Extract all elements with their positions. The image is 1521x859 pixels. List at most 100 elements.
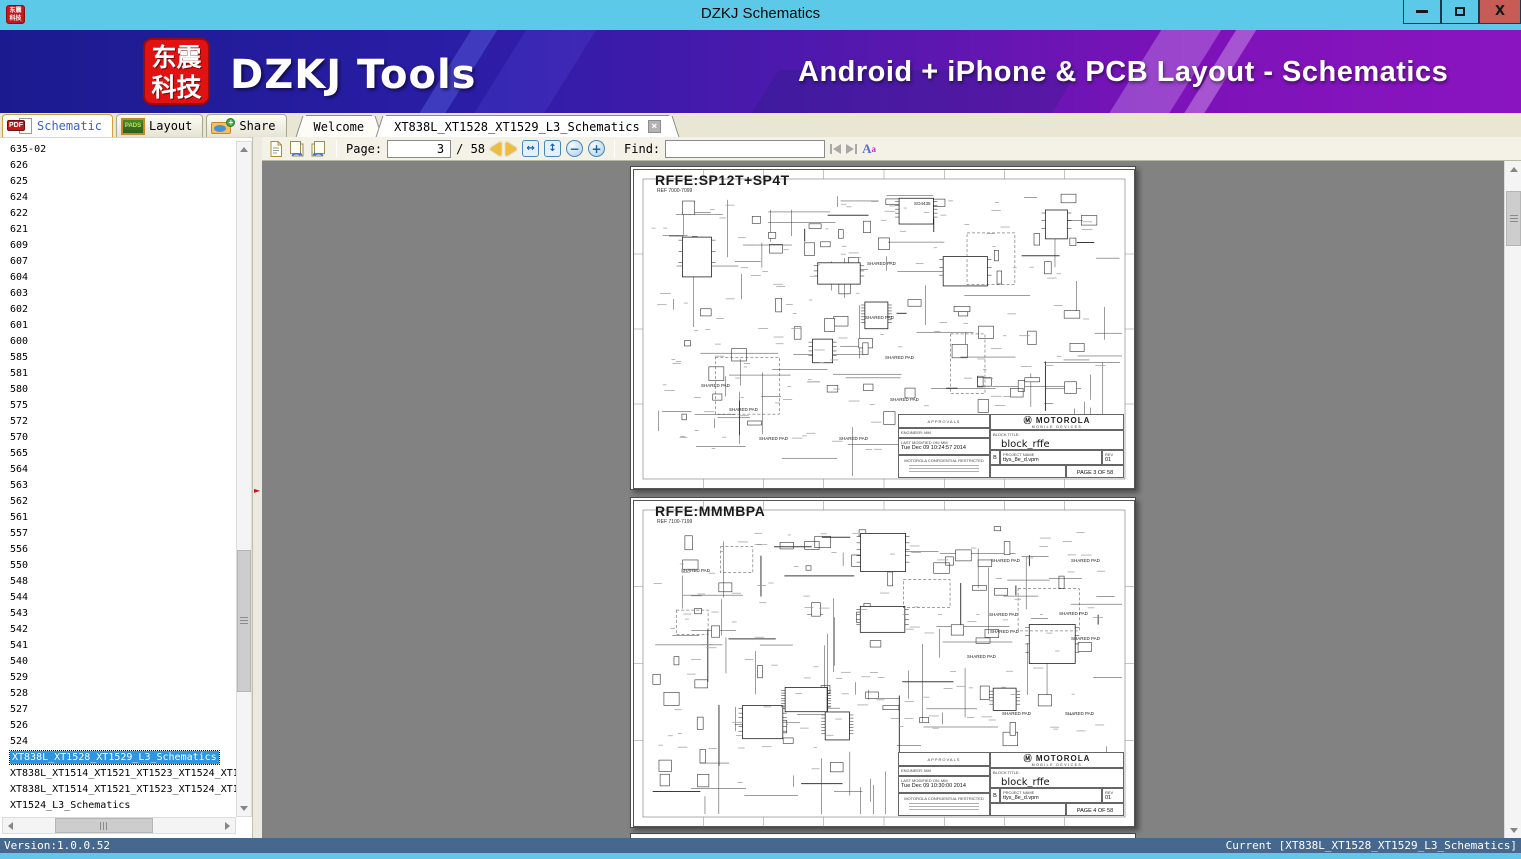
list-item[interactable]: 562 — [2, 494, 236, 510]
page-label: Page: — [346, 141, 383, 156]
list-item[interactable]: 603 — [2, 286, 236, 302]
tab-layout-label: Layout — [149, 119, 193, 133]
rotate-left-button[interactable] — [288, 140, 305, 158]
list-item[interactable]: 528 — [2, 686, 236, 702]
sidebar-vertical-scrollbar[interactable] — [236, 141, 252, 817]
shared-pad-label: SHARED PAD — [1071, 636, 1100, 641]
list-item[interactable]: 526 — [2, 718, 236, 734]
fit-width-icon: ↔ — [526, 143, 535, 154]
list-item[interactable]: 580 — [2, 382, 236, 398]
list-item[interactable]: 564 — [2, 462, 236, 478]
list-item[interactable]: 541 — [2, 638, 236, 654]
tab-share[interactable]: + Share — [206, 114, 287, 137]
scroll-up-button[interactable] — [1506, 161, 1521, 177]
list-item[interactable]: XT1524_L3_Schematics — [2, 798, 236, 814]
list-item[interactable]: 635-02 — [2, 142, 236, 158]
list-item[interactable]: 561 — [2, 510, 236, 526]
list-item[interactable]: XT838L_XT1528_XT1529_L3_Schematics — [2, 750, 236, 766]
scroll-up-button[interactable] — [237, 142, 251, 157]
list-item[interactable]: 604 — [2, 270, 236, 286]
shared-pad-label: SHARED PAD — [989, 612, 1018, 617]
list-item[interactable]: 600 — [2, 334, 236, 350]
fit-page-icon: ↕ — [548, 143, 557, 154]
sidebar-horizontal-scrollbar[interactable] — [2, 817, 236, 834]
window-title: DZKJ Schematics — [700, 5, 821, 22]
fit-width-button[interactable]: ↔ — [522, 140, 540, 157]
viewer-vertical-scrollbar[interactable] — [1504, 161, 1521, 838]
list-item[interactable]: 548 — [2, 574, 236, 590]
list-item[interactable]: 601 — [2, 318, 236, 334]
list-item[interactable]: 585 — [2, 350, 236, 366]
find-next-icon — [846, 143, 855, 154]
find-prev-button[interactable] — [830, 143, 842, 154]
list-item[interactable]: 622 — [2, 206, 236, 222]
list-item-label: 575 — [10, 400, 29, 411]
list-item[interactable]: 621 — [2, 222, 236, 238]
zoom-in-button[interactable]: + — [588, 140, 606, 157]
list-item[interactable]: 602 — [2, 302, 236, 318]
doc-tab-schematics[interactable]: XT838L_XT1528_XT1529_L3_Schematics × — [386, 115, 669, 137]
list-item[interactable]: 550 — [2, 558, 236, 574]
list-item[interactable]: 607 — [2, 254, 236, 270]
list-item[interactable]: 563 — [2, 478, 236, 494]
arrow-up-icon — [240, 147, 248, 152]
rotate-right-button[interactable] — [310, 140, 327, 158]
list-item[interactable]: 543 — [2, 606, 236, 622]
list-item-label: 625 — [10, 176, 29, 187]
list-item[interactable]: 581 — [2, 366, 236, 382]
list-item[interactable]: 527 — [2, 702, 236, 718]
match-case-button[interactable]: Aa — [862, 141, 876, 157]
list-item[interactable]: 556 — [2, 542, 236, 558]
list-item[interactable]: 609 — [2, 238, 236, 254]
list-item[interactable]: 542 — [2, 622, 236, 638]
doc-tab-welcome[interactable]: Welcome — [305, 115, 373, 137]
list-item[interactable]: 565 — [2, 446, 236, 462]
list-item-label: 626 — [10, 160, 29, 171]
list-item-label: 607 — [10, 256, 29, 267]
tab-close-icon[interactable]: × — [647, 120, 661, 133]
page-input[interactable] — [387, 139, 452, 158]
list-item[interactable]: XT838L_XT1514_XT1521_XT1523_XT1524_XT1 — [2, 782, 236, 798]
list-item[interactable]: 540 — [2, 654, 236, 670]
scroll-right-button[interactable] — [220, 818, 235, 833]
scroll-down-button[interactable] — [237, 801, 251, 816]
list-item[interactable]: 625 — [2, 174, 236, 190]
arrow-down-icon — [1509, 827, 1518, 833]
shared-pad-label: SHARED PAD — [839, 436, 868, 441]
schematic-page-1: RFFE:SP12T+SP4T REF 7000-7099 SO4435 SHARED… — [630, 166, 1136, 490]
maximize-button[interactable] — [1441, 0, 1479, 24]
shared-pad-label: SHARED PAD — [991, 558, 1020, 563]
list-item[interactable]: XT838L_XT1514_XT1521_XT1523_XT1524_XT1 — [2, 766, 236, 782]
doc-tab-schematics-label: XT838L_XT1528_XT1529_L3_Schematics — [394, 119, 640, 134]
find-input[interactable] — [665, 139, 826, 158]
list-item[interactable]: 572 — [2, 414, 236, 430]
tab-layout[interactable]: PADS Layout — [116, 114, 204, 137]
zoom-out-button[interactable]: − — [566, 140, 584, 157]
sidebar-splitter[interactable]: ► — [252, 137, 262, 838]
list-item[interactable]: 575 — [2, 398, 236, 414]
scroll-down-button[interactable] — [1506, 822, 1521, 838]
prev-page-button[interactable] — [490, 141, 502, 156]
list-item-label: 529 — [10, 672, 29, 683]
copy-page-button[interactable] — [268, 140, 283, 158]
close-button[interactable]: X — [1479, 0, 1521, 24]
list-item[interactable]: 570 — [2, 430, 236, 446]
list-item-label: 542 — [10, 624, 29, 635]
tab-schematic[interactable]: PDF Schematic — [2, 114, 114, 137]
tab-share-label: Share — [239, 119, 276, 133]
list-item[interactable]: 624 — [2, 190, 236, 206]
minimize-button[interactable] — [1403, 0, 1441, 24]
fit-page-button[interactable]: ↕ — [544, 140, 562, 157]
list-item-label: 528 — [10, 688, 29, 699]
next-page-button[interactable] — [506, 141, 518, 156]
list-item[interactable]: 544 — [2, 590, 236, 606]
scroll-left-button[interactable] — [3, 818, 18, 833]
list-item[interactable]: 626 — [2, 158, 236, 174]
scrollbar-thumb[interactable] — [237, 550, 251, 692]
find-next-button[interactable] — [846, 143, 858, 154]
scrollbar-thumb[interactable] — [55, 818, 153, 833]
list-item[interactable]: 529 — [2, 670, 236, 686]
list-item[interactable]: 557 — [2, 526, 236, 542]
list-item[interactable]: 524 — [2, 734, 236, 750]
scrollbar-thumb[interactable] — [1506, 191, 1521, 246]
